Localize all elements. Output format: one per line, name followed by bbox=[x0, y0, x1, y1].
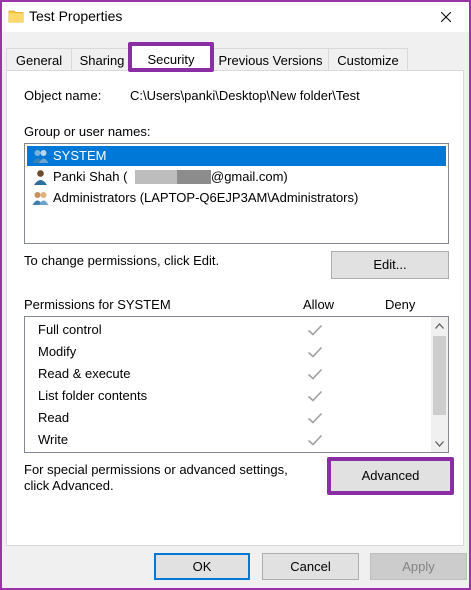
advanced-hint-line1: For special permissions or advanced sett… bbox=[24, 462, 288, 477]
folder-icon bbox=[8, 10, 24, 23]
properties-dialog: Test Properties General Sharing Security… bbox=[2, 2, 469, 588]
permissions-scrollbar[interactable] bbox=[431, 317, 448, 452]
ok-button[interactable]: OK bbox=[154, 553, 250, 580]
permission-name: Write bbox=[38, 432, 69, 447]
allow-check-icon bbox=[307, 390, 323, 402]
redacted-email-part bbox=[177, 170, 211, 184]
object-name-label: Object name: bbox=[24, 88, 102, 103]
permission-row: Read & execute bbox=[25, 364, 430, 384]
permission-name: Modify bbox=[38, 344, 77, 359]
allow-check-icon bbox=[307, 434, 323, 446]
deny-column-header: Deny bbox=[385, 297, 416, 312]
list-item-user[interactable]: Panki Shah ( @gmail.com) bbox=[27, 167, 446, 187]
cancel-button[interactable]: Cancel bbox=[262, 553, 359, 580]
tab-sharing[interactable]: Sharing bbox=[71, 48, 133, 71]
group-names-label: Group or user names: bbox=[24, 124, 151, 139]
permission-name: Read bbox=[38, 410, 70, 425]
chevron-up-icon bbox=[435, 322, 444, 329]
permission-row: Read bbox=[25, 408, 430, 428]
permission-row: List folder contents bbox=[25, 386, 430, 406]
group-names-list[interactable]: SYSTEM Panki Shah ( @gmail.com) Administ… bbox=[24, 143, 449, 244]
close-icon bbox=[441, 12, 451, 22]
permissions-list[interactable]: Full control Modify Read & execute List fol… bbox=[24, 316, 449, 453]
close-button[interactable] bbox=[423, 2, 469, 32]
scrollbar-thumb[interactable] bbox=[433, 336, 446, 415]
allow-check-icon bbox=[307, 368, 323, 380]
user-name-suffix: @gmail.com) bbox=[211, 169, 288, 184]
permission-name: List folder contents bbox=[38, 388, 148, 403]
apply-button[interactable]: Apply bbox=[370, 553, 467, 580]
redacted-email-part bbox=[135, 170, 177, 184]
allow-check-icon bbox=[307, 324, 323, 336]
object-name-value: C:\Users\panki\Desktop\New folder\Test bbox=[130, 88, 360, 103]
permission-row: Full control bbox=[25, 320, 430, 340]
window-title: Test Properties bbox=[29, 8, 123, 24]
allow-column-header: Allow bbox=[303, 297, 335, 312]
permission-row: Modify bbox=[25, 342, 430, 362]
title-bar[interactable]: Test Properties bbox=[2, 2, 469, 32]
edit-button[interactable]: Edit... bbox=[331, 251, 449, 279]
security-panel: Object name: C:\Users\panki\Desktop\New … bbox=[6, 70, 464, 546]
tab-security[interactable]: Security bbox=[128, 42, 214, 72]
tab-customize[interactable]: Customize bbox=[328, 48, 408, 71]
advanced-hint-line2: click Advanced. bbox=[24, 478, 114, 493]
scroll-down-button[interactable] bbox=[431, 435, 448, 452]
group-name: Administrators (LAPTOP-Q6EJP3AM\Administ… bbox=[53, 190, 359, 205]
chevron-down-icon bbox=[435, 440, 444, 447]
group-users-icon bbox=[32, 192, 49, 205]
permissions-for-label: Permissions for SYSTEM bbox=[24, 297, 171, 312]
change-permissions-hint: To change permissions, click Edit. bbox=[24, 253, 220, 268]
group-users-icon bbox=[32, 150, 49, 163]
allow-check-icon bbox=[307, 412, 323, 424]
permission-row: Write bbox=[25, 430, 430, 450]
group-name: SYSTEM bbox=[53, 148, 107, 163]
permission-name: Full control bbox=[38, 322, 102, 337]
user-icon bbox=[34, 170, 47, 185]
permission-name: Read & execute bbox=[38, 366, 131, 381]
scroll-up-button[interactable] bbox=[431, 317, 448, 334]
tab-previous-versions[interactable]: Previous Versions bbox=[212, 48, 329, 71]
tab-general[interactable]: General bbox=[6, 48, 72, 71]
list-item-administrators[interactable]: Administrators (LAPTOP-Q6EJP3AM\Administ… bbox=[27, 188, 446, 208]
user-name-prefix: Panki Shah ( bbox=[53, 169, 128, 184]
advanced-button[interactable]: Advanced bbox=[327, 457, 454, 495]
list-item-system[interactable]: SYSTEM bbox=[27, 146, 446, 166]
allow-check-icon bbox=[307, 346, 323, 358]
